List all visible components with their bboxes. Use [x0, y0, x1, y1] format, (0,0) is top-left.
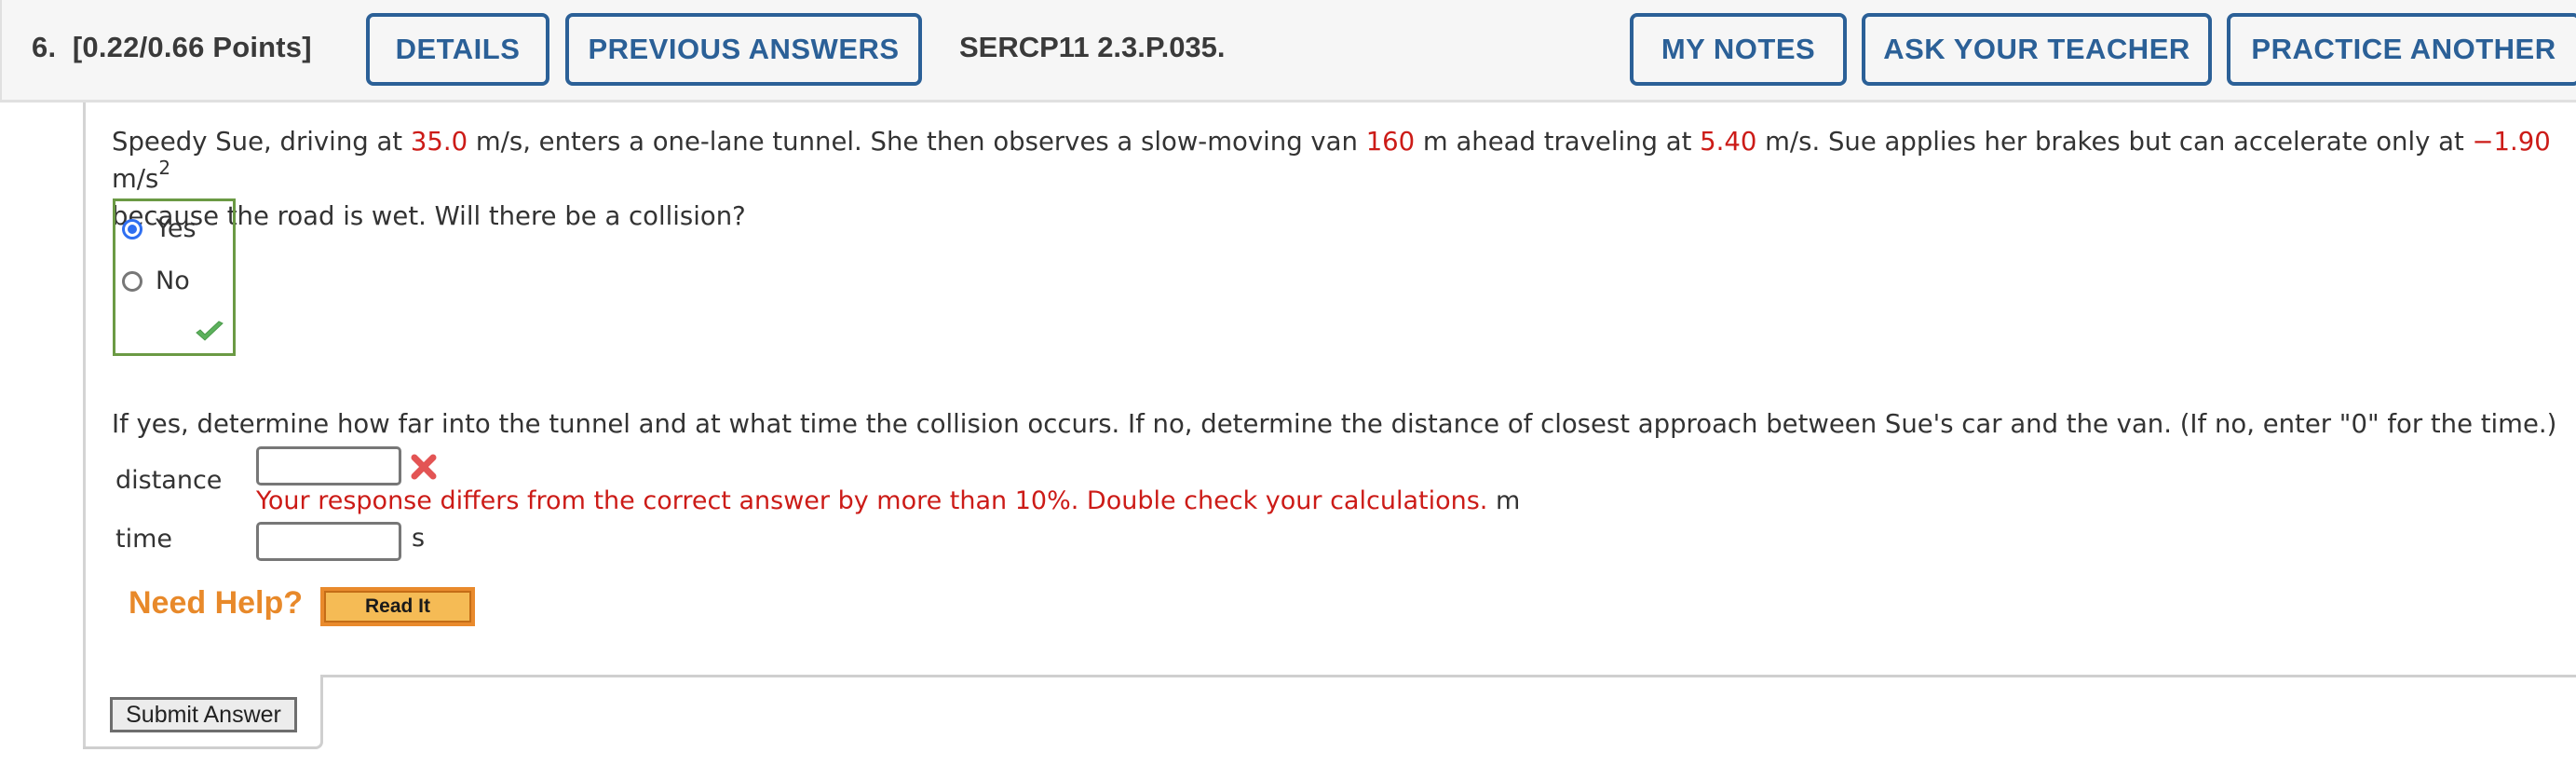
question-header: 6. [0.22/0.66 Points] DETAILS PREVIOUS A… — [0, 0, 2576, 103]
distance-unit: m — [1495, 486, 1521, 515]
question-text-part: m ahead traveling at — [1415, 127, 1701, 157]
points-score: [0.22/0.66 Points] — [72, 31, 312, 63]
part2-prompt: If yes, determine how far into the tunne… — [112, 409, 2557, 439]
sue-speed-value: 35.0 — [410, 127, 468, 157]
need-help-label: Need Help? — [129, 585, 304, 621]
distance-input[interactable] — [256, 446, 401, 486]
problem-code: SERCP11 2.3.P.035. — [959, 31, 1226, 63]
acceleration-value: −1.90 — [2472, 127, 2551, 157]
practice-another-button[interactable]: PRACTICE ANOTHER — [2227, 13, 2576, 86]
exponent: 2 — [158, 156, 171, 179]
question-text-part: Speedy Sue, driving at — [112, 127, 411, 157]
time-label: time — [115, 525, 173, 554]
van-distance-value: 160 — [1365, 127, 1416, 157]
question-points: 6. [0.22/0.66 Points] — [32, 31, 312, 64]
previous-answers-button[interactable]: PREVIOUS ANSWERS — [565, 13, 922, 86]
choice-no-label: No — [156, 267, 190, 295]
question-text-part: m/s, enters a one-lane tunnel. She then … — [468, 127, 1366, 157]
read-it-button[interactable]: Read It — [320, 587, 475, 626]
choice-yes-label: Yes — [156, 214, 197, 243]
radio-no[interactable] — [122, 270, 142, 292]
question-text-part: m/s — [112, 164, 159, 194]
distance-feedback: Your response differs from the correct a… — [256, 483, 1520, 520]
details-button[interactable]: DETAILS — [366, 13, 549, 86]
my-notes-button[interactable]: MY NOTES — [1630, 13, 1847, 86]
time-input[interactable] — [256, 522, 401, 561]
time-unit: s — [412, 524, 426, 553]
checkmark-icon — [195, 321, 224, 347]
choice-no[interactable]: No — [122, 267, 190, 295]
read-it-label: Read It — [324, 591, 471, 622]
collision-choice-group: Yes No — [113, 198, 236, 356]
x-mark-icon — [410, 453, 438, 485]
question-text: Speedy Sue, driving at 35.0 m/s, enters … — [112, 123, 2552, 235]
question-text-part: m/s. Sue applies her brakes but can acce… — [1756, 127, 2473, 157]
radio-yes[interactable] — [122, 218, 142, 239]
question-left-border — [83, 103, 86, 747]
submit-answer-button[interactable]: Submit Answer — [110, 697, 297, 732]
choice-yes[interactable]: Yes — [122, 214, 197, 243]
van-speed-value: 5.40 — [1700, 127, 1757, 157]
question-number: 6. — [32, 31, 57, 63]
distance-error-message: Your response differs from the correct a… — [256, 486, 1488, 515]
ask-your-teacher-button[interactable]: ASK YOUR TEACHER — [1862, 13, 2212, 86]
distance-label: distance — [115, 466, 223, 495]
submit-area-top-border — [323, 675, 2576, 677]
